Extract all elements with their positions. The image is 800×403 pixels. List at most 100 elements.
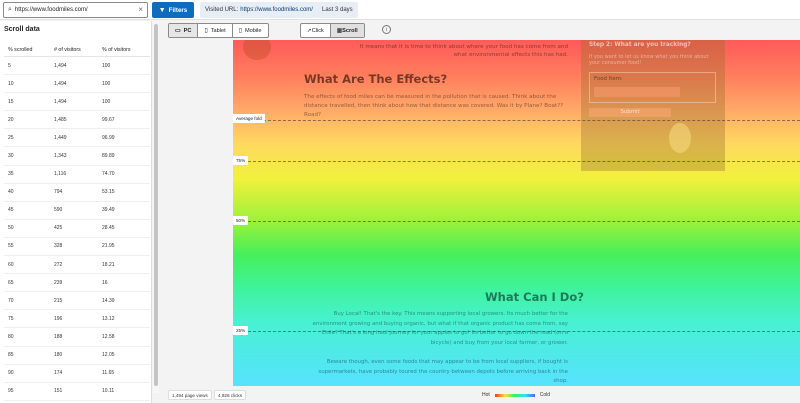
average-fold-label: Average fold (233, 114, 265, 123)
table-row: 30 1,343 89.89 (4, 147, 150, 166)
table-cell: 1,485 (54, 116, 67, 123)
table-cell: 28.45 (102, 225, 115, 232)
device-selector: ▭ PC ▯ Tablet ▯ Mobile (168, 23, 269, 38)
table-cell: 21.95 (102, 243, 115, 250)
monitor-icon: ▭ (175, 28, 181, 34)
table-cell: 1,494 (54, 98, 67, 105)
table-row: 55 328 21.95 (4, 238, 150, 257)
table-row: 80 188 12.58 (4, 328, 150, 347)
table-cell: 60 (8, 261, 14, 268)
beware-body: Beware though, even some foods that may … (318, 359, 568, 384)
table-cell: 5 (8, 62, 11, 69)
mode-click-label: Click (311, 27, 324, 34)
mode-selector: ➚ Click ▥ Scroll (300, 23, 365, 38)
heat-legend: Hot Cold (482, 392, 550, 398)
table-cell: 53.15 (102, 189, 115, 196)
column-header-scrolled[interactable]: % scrolled (4, 47, 54, 53)
submit-button[interactable]: Submit (589, 108, 671, 117)
table-cell: 15 (8, 98, 14, 105)
table-cell: 10 (8, 80, 14, 87)
table-cell: 89.89 (102, 153, 115, 160)
legend-gradient (494, 393, 535, 397)
device-tablet-label: Tablet (210, 27, 226, 34)
device-mobile-button[interactable]: ▯ Mobile (233, 24, 268, 37)
device-pc-button[interactable]: ▭ PC (169, 24, 199, 37)
table-cell: 12.05 (102, 352, 115, 359)
heatmap-footer: 1,494 page views 4,926 clicks Hot Cold (160, 387, 800, 403)
scroll-data-panel: Scroll data % scrolled # of visitors % o… (0, 21, 152, 403)
panel-scrollbar-thumb[interactable] (154, 24, 158, 386)
table-cell: 174 (54, 370, 63, 377)
column-header-visitors[interactable]: # of visitors (54, 47, 102, 53)
table-cell: 99.67 (102, 116, 115, 123)
mode-scroll-button[interactable]: ▥ Scroll (330, 24, 364, 37)
table-row: 25 1,449 96.99 (4, 129, 150, 148)
buy-heading: What Can I Do? (485, 290, 584, 304)
scroll-data-table: % scrolled # of visitors % of visitors 5… (4, 45, 150, 401)
table-cell: 74.70 (102, 171, 115, 178)
tracking-body: If you want to let us know what you thin… (589, 54, 709, 66)
food-item-label: Food Item: (594, 76, 623, 82)
table-cell: 1,343 (54, 153, 67, 160)
intro-line-2: what environmental effects this has had. (453, 52, 568, 58)
food-item-input[interactable] (594, 87, 680, 97)
table-cell: 39.49 (102, 207, 115, 214)
fold-25-line (233, 331, 800, 332)
page-preview: It means that it is time to think about … (233, 40, 800, 386)
mascot-image-top (243, 40, 271, 60)
device-pc-label: PC (183, 27, 192, 34)
table-cell: 215 (54, 297, 63, 304)
date-range-label: Last 3 days (322, 7, 353, 13)
filters-label: Filters (168, 6, 188, 14)
table-cell: 35 (8, 171, 14, 178)
search-icon: ⌕ (8, 6, 12, 13)
average-fold-line (233, 120, 800, 121)
effects-heading: What Are The Effects? (304, 72, 448, 86)
column-header-percent[interactable]: % of visitors (102, 47, 150, 53)
fold-75-line (233, 161, 800, 162)
intro-line-1: It means that it is time to think about … (359, 44, 568, 50)
table-cell: 70 (8, 297, 14, 304)
tablet-icon: ▯ (204, 28, 208, 34)
table-cell: 18.21 (102, 261, 115, 268)
table-cell: 80 (8, 333, 14, 340)
table-cell: 239 (54, 279, 63, 286)
table-row: 5 1,494 100 (4, 57, 150, 76)
table-cell: 10.11 (102, 388, 115, 395)
heatmap-toolbar: ▭ PC ▯ Tablet ▯ Mobile ➚ Click ▥ Scroll i (160, 21, 800, 39)
table-cell: 188 (54, 333, 63, 340)
table-row: 15 1,494 100 (4, 93, 150, 112)
table-row: 10 1,494 100 (4, 75, 150, 94)
table-cell: 1,116 (54, 171, 67, 178)
table-cell: 196 (54, 315, 63, 322)
table-cell: 11.65 (102, 370, 115, 377)
table-cell: 425 (54, 225, 63, 232)
table-cell: 794 (54, 189, 63, 196)
table-row: 75 196 13.12 (4, 310, 150, 329)
buy-body: Buy Local! That's the key. This means su… (312, 311, 568, 346)
mode-click-button[interactable]: ➚ Click (301, 24, 331, 37)
fold-25-label: 25% (233, 326, 249, 335)
table-cell: 85 (8, 352, 14, 359)
table-cell: 1,494 (54, 80, 67, 87)
device-tablet-button[interactable]: ▯ Tablet (198, 24, 233, 37)
table-cell: 40 (8, 189, 14, 196)
legend-cold-label: Cold (539, 392, 551, 398)
info-icon[interactable]: i (382, 25, 391, 34)
table-row: 85 180 12.05 (4, 347, 150, 365)
url-search-input[interactable]: ⌕ https://www.foodmiles.com/ × (3, 2, 148, 18)
filters-button[interactable]: ▼ Filters (152, 2, 194, 18)
table-cell: 96.99 (102, 134, 115, 141)
table-cell: 13.12 (102, 315, 115, 322)
visited-url-chip[interactable]: Visited URL: https://www.foodmiles.com/ (200, 2, 318, 18)
page-views-badge: 1,494 page views (168, 390, 212, 400)
clear-icon[interactable]: × (138, 5, 143, 14)
clicks-badge: 4,926 clicks (214, 390, 247, 400)
table-row: 60 272 18.21 (4, 256, 150, 275)
fold-50-label: 50% (233, 216, 249, 225)
table-cell: 50 (8, 225, 14, 232)
tracking-heading: Step 2: What are you tracking? (589, 42, 691, 48)
table-cell: 20 (8, 116, 14, 123)
table-cell: 45 (8, 207, 14, 214)
date-range-chip[interactable]: Last 3 days (317, 2, 358, 18)
